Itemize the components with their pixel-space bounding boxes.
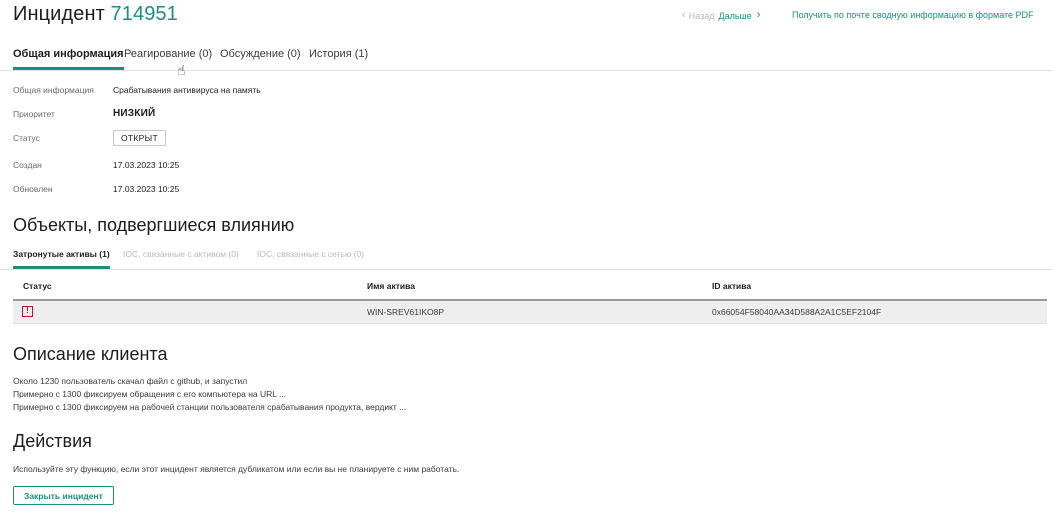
prev-label: Назад — [688, 10, 715, 21]
warning-icon: ! — [22, 306, 33, 317]
client-description-line: Около 1230 пользователь скачал файл с gi… — [13, 376, 248, 386]
page-title: Инцидент 714951 — [13, 3, 178, 26]
priority-value: НИЗКИЙ — [113, 108, 156, 119]
incident-number: 714951 — [110, 3, 178, 25]
status-badge: ОТКРЫТ — [113, 130, 166, 146]
prev-link[interactable]: ‹ Назад — [682, 10, 714, 21]
client-description-line: Примерно с 1300 фиксируем на рабочей ста… — [13, 402, 407, 412]
assets-table-header: Статус Имя актива ID актива — [13, 279, 1047, 299]
actions-description: Используйте эту функцию, если этот инцид… — [13, 464, 460, 474]
subtab-ioc-asset[interactable]: IOC, связанные с активом (0) — [123, 249, 239, 269]
priority-label: Приоритет — [13, 109, 55, 119]
affected-subtabs: Затронутые активы (1) IOC, связанные с а… — [0, 249, 1052, 270]
column-asset-id: ID актива — [712, 281, 752, 291]
incident-pager: ‹ Назад Дальше › — [682, 10, 760, 21]
tab-response[interactable]: Реагирование (0) — [124, 48, 212, 70]
pdf-summary-link[interactable]: Получить по почте сводную информацию в ф… — [792, 10, 1034, 20]
client-description-line: Примерно с 1300 фиксируем обращения с ег… — [13, 389, 287, 399]
summary-value: Срабатывания антивируса на память — [113, 85, 261, 95]
summary-label: Общая информация — [13, 85, 94, 95]
actions-title: Действия — [13, 431, 92, 451]
page-title-label: Инцидент — [13, 3, 105, 25]
next-link[interactable]: Дальше › — [718, 10, 760, 21]
tab-discussion[interactable]: Обсуждение (0) — [220, 48, 301, 70]
close-incident-button[interactable]: Закрыть инцидент — [13, 486, 114, 505]
created-label: Создан — [13, 160, 42, 170]
column-asset-name: Имя актива — [367, 281, 415, 291]
chevron-left-icon: ‹ — [682, 9, 686, 21]
asset-id-cell: 0x66054F58040AA34D588A2A1C5EF2104F — [712, 307, 882, 317]
chevron-right-icon: › — [756, 9, 761, 21]
created-value: 17.03.2023 10:25 — [113, 160, 180, 170]
updated-value: 17.03.2023 10:25 — [113, 184, 180, 194]
incident-tabs: Общая информация Реагирование (0) Обсужд… — [0, 48, 1052, 71]
subtab-ioc-network[interactable]: IOC, связанные с сетью (0) — [257, 249, 364, 269]
asset-name-cell[interactable]: WIN-SREV61IKO8P — [367, 307, 444, 317]
subtab-affected-assets[interactable]: Затронутые активы (1) — [13, 249, 110, 269]
column-status: Статус — [23, 281, 52, 291]
tab-history[interactable]: История (1) — [309, 48, 368, 70]
status-label: Статус — [13, 133, 40, 143]
client-description-title: Описание клиента — [13, 344, 168, 364]
affected-objects-title: Объекты, подвергшиеся влиянию — [13, 215, 295, 235]
hand-cursor-icon: ☝ — [177, 62, 186, 78]
table-row[interactable]: ! WIN-SREV61IKO8P 0x66054F58040AA34D588A… — [13, 301, 1047, 324]
next-label: Дальше — [718, 10, 752, 21]
updated-label: Обновлен — [13, 184, 53, 194]
tab-general-info[interactable]: Общая информация — [13, 48, 124, 70]
